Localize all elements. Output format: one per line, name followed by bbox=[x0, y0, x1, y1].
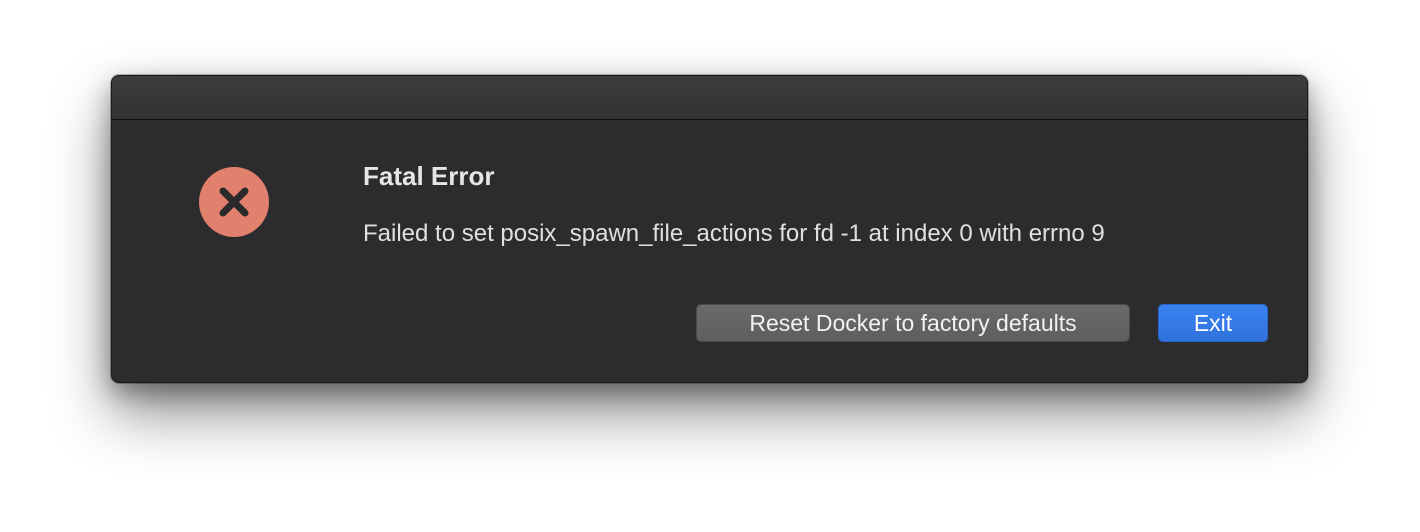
dialog-title: Fatal Error bbox=[363, 161, 495, 191]
error-dialog: Fatal Error Failed to set posix_spawn_fi… bbox=[111, 75, 1308, 383]
reset-factory-defaults-button[interactable]: Reset Docker to factory defaults bbox=[696, 304, 1130, 342]
desktop-background: Fatal Error Failed to set posix_spawn_fi… bbox=[0, 0, 1420, 532]
dialog-titlebar[interactable] bbox=[112, 76, 1307, 120]
error-x-circle-icon bbox=[199, 167, 269, 237]
dialog-message: Failed to set posix_spawn_file_actions f… bbox=[363, 220, 1105, 247]
exit-button[interactable]: Exit bbox=[1158, 304, 1268, 342]
